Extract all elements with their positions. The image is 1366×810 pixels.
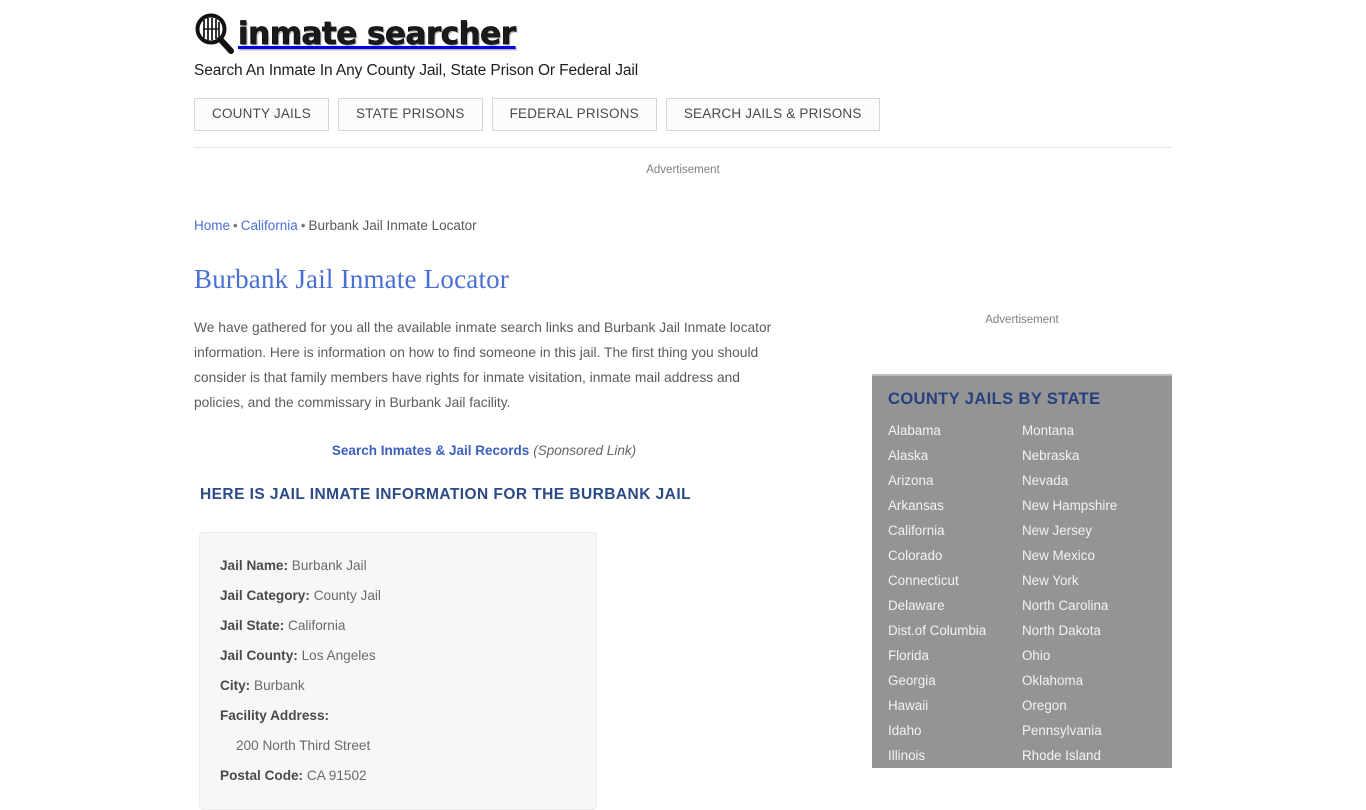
section-title: HERE IS JAIL INMATE INFORMATION FOR THE … (200, 486, 691, 504)
state-link[interactable]: Nebraska (1022, 443, 1156, 468)
site-logo-text: inmate searcher (238, 15, 517, 52)
header-divider (194, 147, 1172, 148)
state-link[interactable]: New Mexico (1022, 543, 1156, 568)
info-key: Jail County: (220, 648, 298, 664)
state-link[interactable]: North Carolina (1022, 593, 1156, 618)
sidebar-advertisement-label: Advertisement (985, 314, 1059, 326)
page-root: inmate searcher Search An Inmate In Any … (0, 0, 1366, 810)
breadcrumb-link-california[interactable]: California (241, 218, 298, 233)
info-row-city: City: Burbank (200, 671, 596, 701)
widget-title: COUNTY JAILS BY STATE (888, 390, 1101, 408)
state-link[interactable]: California (888, 518, 1022, 543)
state-link[interactable]: Arkansas (888, 493, 1022, 518)
state-link[interactable]: Montana (1022, 418, 1156, 443)
info-value: Burbank (254, 678, 305, 694)
state-link[interactable]: New Hampshire (1022, 493, 1156, 518)
breadcrumb-link-home[interactable]: Home (194, 218, 230, 233)
state-link[interactable]: Illinois (888, 743, 1022, 768)
nav-item-search-jails-prisons[interactable]: SEARCH JAILS & PRISONS (665, 98, 880, 131)
state-column-left: Alabama Alaska Arizona Arkansas California Co… (888, 418, 1022, 768)
breadcrumb-separator: • (300, 218, 306, 233)
state-link[interactable]: Rhode Island (1022, 743, 1156, 768)
info-value: 200 North Third Street (236, 738, 371, 754)
jail-info-card: Jail Name: Burbank Jail Jail Category: C… (199, 532, 597, 810)
info-value: Los Angeles (301, 648, 376, 664)
sponsored-search-link[interactable]: Search Inmates & Jail Records (332, 443, 529, 458)
breadcrumb-current: Burbank Jail Inmate Locator (308, 218, 477, 233)
state-link[interactable]: Arizona (888, 468, 1022, 493)
info-key: City: (220, 678, 251, 694)
info-value: CA 91502 (306, 768, 367, 784)
info-value: Burbank Jail (291, 558, 367, 574)
state-link[interactable]: Colorado (888, 543, 1022, 568)
info-key: Facility Address: (220, 708, 330, 724)
info-row-jail-category: Jail Category: County Jail (200, 581, 596, 611)
state-link[interactable]: Pennsylvania (1022, 718, 1156, 743)
state-link[interactable]: Ohio (1022, 643, 1156, 668)
info-value: County Jail (313, 588, 381, 604)
state-link[interactable]: New York (1022, 568, 1156, 593)
state-link[interactable]: Georgia (888, 668, 1022, 693)
county-jails-by-state-widget: COUNTY JAILS BY STATE Alabama Alaska Arizo… (872, 374, 1172, 768)
info-row-jail-name: Jail Name: Burbank Jail (200, 551, 596, 581)
info-row-jail-state: Jail State: California (200, 611, 596, 641)
state-link[interactable]: Oregon (1022, 693, 1156, 718)
info-key: Jail State: (220, 618, 285, 634)
state-link[interactable]: Dist.of Columbia (888, 618, 1022, 643)
state-link[interactable]: Alabama (888, 418, 1022, 443)
state-link[interactable]: Hawaii (888, 693, 1022, 718)
nav-item-state-prisons[interactable]: STATE PRISONS (337, 98, 483, 131)
site-tagline: Search An Inmate In Any County Jail, Sta… (194, 62, 639, 79)
site-logo[interactable]: inmate searcher (194, 12, 1172, 56)
nav-item-federal-prisons[interactable]: FEDERAL PRISONS (491, 98, 657, 131)
state-link[interactable]: Oklahoma (1022, 668, 1156, 693)
breadcrumb-separator: • (233, 218, 238, 233)
state-link[interactable]: Alaska (888, 443, 1022, 468)
page-title: Burbank Jail Inmate Locator (194, 264, 510, 294)
top-advertisement-label: Advertisement (646, 164, 720, 176)
sponsored-note: (Sponsored Link) (533, 443, 637, 459)
magnifier-prison-bars-icon (194, 13, 236, 55)
state-link[interactable]: Idaho (888, 718, 1022, 743)
state-link[interactable]: Connecticut (888, 568, 1022, 593)
state-grid: Alabama Alaska Arizona Arkansas California Co… (872, 418, 1172, 768)
state-link[interactable]: New Jersey (1022, 518, 1156, 543)
state-column-right: Montana Nebraska Nevada New Hampshire New Je… (1022, 418, 1156, 768)
info-value: California (288, 618, 346, 634)
breadcrumb: Home • California • Burbank Jail Inmate Loca… (194, 218, 477, 233)
state-link[interactable]: North Dakota (1022, 618, 1156, 643)
state-link[interactable]: Nevada (1022, 468, 1156, 493)
info-row-facility-address: Facility Address: (200, 701, 596, 731)
sponsored-link-row: Search Inmates & Jail Records (Sponsored … (194, 443, 774, 458)
nav-item-county-jails[interactable]: COUNTY JAILS (194, 98, 329, 131)
info-key: Jail Category: (220, 588, 310, 604)
info-row-street: 200 North Third Street (200, 731, 596, 761)
intro-paragraph: We have gathered for you all the availab… (194, 320, 772, 411)
state-link[interactable]: Florida (888, 643, 1022, 668)
info-row-postal-code: Postal Code: CA 91502 (200, 761, 596, 791)
main-navigation: COUNTY JAILS STATE PRISONS FEDERAL PRISO… (194, 98, 880, 131)
info-row-jail-county: Jail County: Los Angeles (200, 641, 596, 671)
main-content: Burbank Jail Inmate Locator We have gath… (194, 262, 794, 810)
info-key: Jail Name: (220, 558, 289, 574)
state-link[interactable]: Delaware (888, 593, 1022, 618)
site-header: inmate searcher Search An Inmate In Any … (194, 12, 1172, 80)
info-key: Postal Code: (220, 768, 304, 784)
